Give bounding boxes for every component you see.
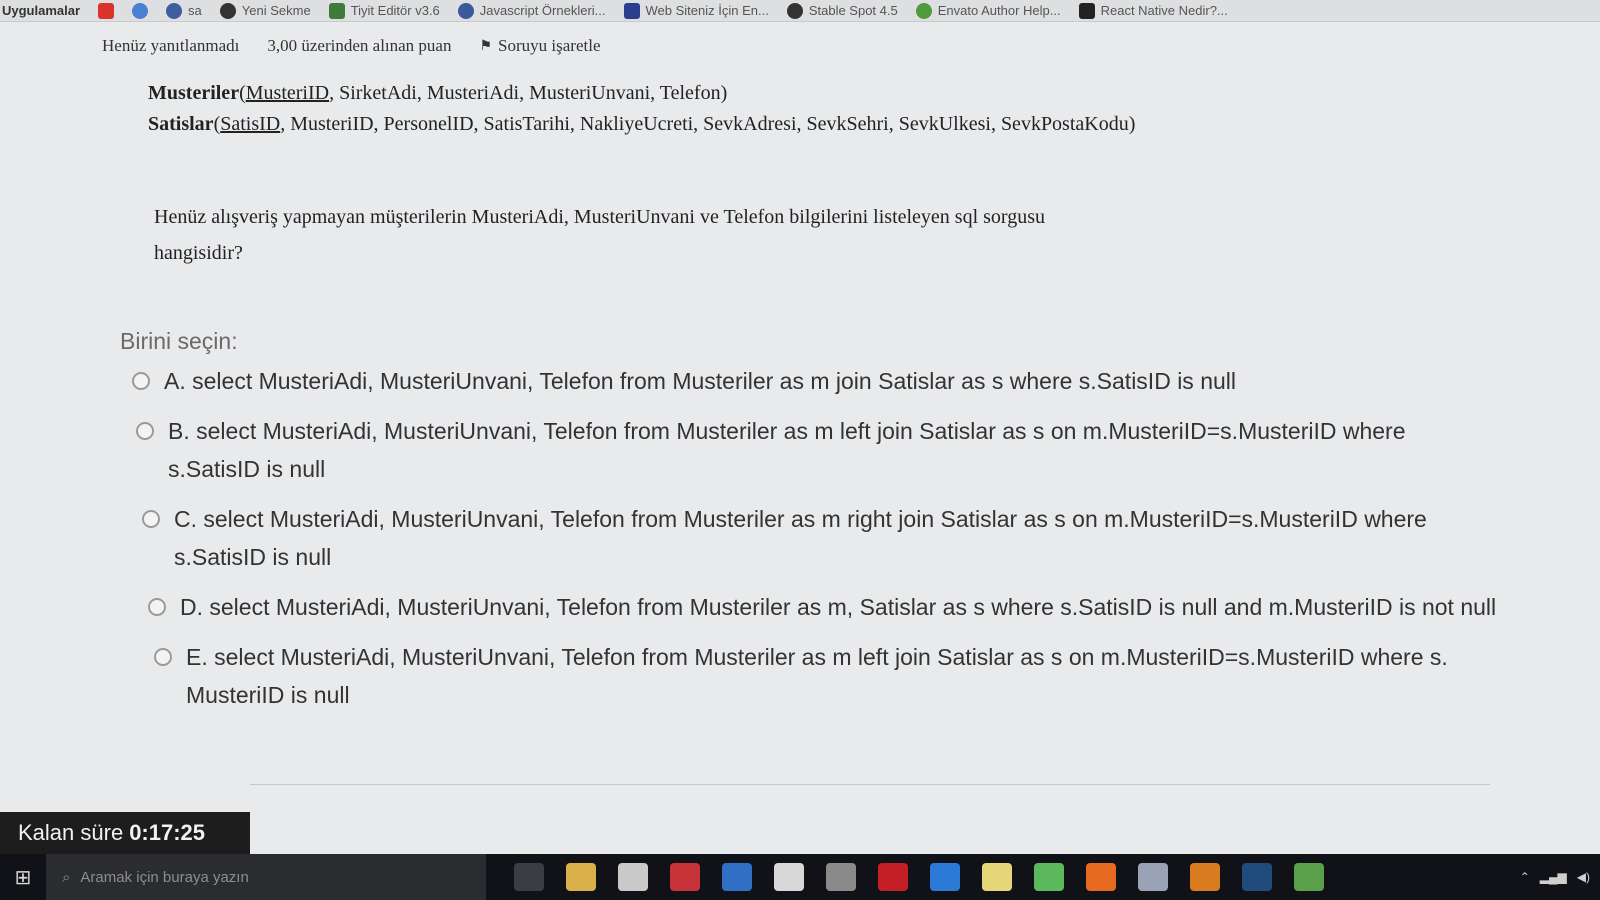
question-text: Henüz alışveriş yapmayan müşterilerin Mu…	[154, 206, 1046, 264]
store-icon[interactable]	[618, 863, 648, 891]
bookmark-item[interactable]: Yeni Sekme	[219, 2, 311, 19]
search-icon: ⌕	[62, 868, 71, 886]
bookmark-item[interactable]	[132, 2, 149, 19]
table-schema: Musteriler(MusteriID, SirketAdi, Musteri…	[148, 78, 1148, 140]
bookmark-label: Yeni Sekme	[241, 3, 311, 18]
bookmark-item[interactable]: Stable Spot 4.5	[786, 2, 898, 19]
app-green-icon[interactable]	[1034, 863, 1064, 891]
answer-option-e[interactable]: E. select MusteriAdi, MusteriUnvani, Tel…	[154, 638, 1512, 714]
task-view-icon[interactable]	[514, 863, 544, 891]
question-points: 3,00 üzerinden alınan puan	[267, 36, 452, 55]
option-text: C. select MusteriAdi, MusteriUnvani, Tel…	[174, 506, 1427, 570]
table-name: Musteriler	[148, 82, 240, 104]
option-text: E. select MusteriAdi, MusteriUnvani, Tel…	[186, 644, 1448, 708]
shield-app-icon[interactable]	[1138, 863, 1168, 891]
table-columns: , SirketAdi, MusteriAdi, MusteriUnvani, …	[329, 82, 728, 104]
windows-start-icon[interactable]: ⊞	[0, 854, 46, 900]
option-text: B. select MusteriAdi, MusteriUnvani, Tel…	[168, 418, 1406, 482]
option-text: A. select MusteriAdi, MusteriUnvani, Tel…	[164, 368, 1237, 394]
divider	[250, 784, 1490, 785]
schema-line-musteriler: Musteriler(MusteriID, SirketAdi, Musteri…	[148, 82, 728, 104]
bookmark-label: Stable Spot 4.5	[808, 3, 898, 18]
answer-option-a[interactable]: A. select MusteriAdi, MusteriUnvani, Tel…	[132, 362, 1512, 400]
answer-option-d[interactable]: D. select MusteriAdi, MusteriUnvani, Tel…	[148, 588, 1512, 626]
primary-key: MusteriID	[245, 82, 330, 104]
radio-button[interactable]	[136, 422, 154, 440]
google-icon	[132, 2, 149, 19]
answer-status: Henüz yanıtlanmadı	[102, 36, 240, 55]
search-placeholder: Aramak için buraya yazın	[80, 868, 249, 886]
github-icon	[786, 2, 803, 19]
bookmark-label: Envato Author Help...	[937, 3, 1061, 18]
radio-button[interactable]	[148, 598, 166, 616]
mail-icon[interactable]	[722, 863, 752, 891]
bookmark-item[interactable]: Javascript Örnekleri...	[457, 2, 606, 19]
table-columns: , MusteriID, PersonelID, SatisTarihi, Na…	[280, 113, 1136, 135]
bookmark-label: Javascript Örnekleri...	[479, 3, 606, 18]
flag-icon: ⚑	[479, 38, 493, 54]
flag-question-label: Soruyu işaretle	[498, 36, 601, 55]
bookmark-item[interactable]: React Native Nedir?...	[1078, 2, 1228, 19]
option-text: D. select MusteriAdi, MusteriUnvani, Tel…	[180, 594, 1497, 620]
radio-button[interactable]	[142, 510, 160, 528]
remaining-time-box: Kalan süre 0:17:25	[0, 812, 250, 854]
edge-icon[interactable]	[930, 863, 960, 891]
editor-icon	[328, 2, 345, 19]
radio-button[interactable]	[132, 372, 150, 390]
timer-label: Kalan süre	[18, 820, 124, 845]
bookmark-icon	[623, 2, 640, 19]
history-icon	[166, 2, 183, 19]
taskbar-apps	[514, 863, 1324, 891]
wordpress-icon	[457, 2, 474, 19]
opera-icon[interactable]	[878, 863, 908, 891]
calendar-app-icon[interactable]	[670, 863, 700, 891]
bookmark-item[interactable]: sa	[166, 2, 202, 19]
answer-option-c[interactable]: C. select MusteriAdi, MusteriUnvani, Tel…	[142, 500, 1512, 576]
chrome-icon[interactable]	[1294, 863, 1324, 891]
youtube-icon	[98, 2, 115, 19]
taskbar-search[interactable]: ⌕ Aramak için buraya yazın	[46, 854, 486, 900]
system-tray: ⌃ ▂▄▆ ◀)	[1520, 870, 1600, 884]
bookmark-item[interactable]: Envato Author Help...	[915, 2, 1061, 19]
volume-icon[interactable]: ◀)	[1577, 870, 1590, 884]
bookmark-label: sa	[188, 3, 202, 18]
table-name: Satislar	[148, 113, 214, 135]
bookmark-item[interactable]	[98, 2, 115, 19]
primary-key: SatisID	[220, 113, 281, 135]
bookmark-apps[interactable]: Uygulamalar	[2, 3, 80, 18]
tools-icon[interactable]	[826, 863, 856, 891]
bookmark-item[interactable]: Web Siteniz İçin En...	[623, 2, 769, 19]
bookmark-label: Web Siteniz İçin En...	[645, 3, 769, 18]
react-icon	[1078, 2, 1095, 19]
bookmark-item[interactable]: Tiyit Editör v3.6	[328, 2, 440, 19]
network-icon[interactable]: ▂▄▆	[1540, 870, 1567, 884]
file-explorer-icon[interactable]	[566, 863, 596, 891]
answer-options: A. select MusteriAdi, MusteriUnvani, Tel…	[132, 362, 1512, 726]
taskbar: ⊞ ⌕ Aramak için buraya yazın ⌃ ▂▄▆ ◀)	[0, 854, 1600, 900]
firefox-icon[interactable]	[1086, 863, 1116, 891]
radio-button[interactable]	[154, 648, 172, 666]
tray-chevron-icon[interactable]: ⌃	[1520, 870, 1530, 884]
notes-icon[interactable]	[982, 863, 1012, 891]
bookmarks-bar: Uygulamalar sa Yeni Sekme Tiyit Editör v…	[0, 0, 1600, 22]
bookmark-label: Tiyit Editör v3.6	[350, 3, 440, 18]
photoshop-icon[interactable]	[1242, 863, 1272, 891]
envato-icon	[915, 2, 932, 19]
flag-question-link[interactable]: ⚑ Soruyu işaretle	[479, 36, 600, 56]
timer-value: 0:17:25	[129, 820, 206, 845]
yandex-icon[interactable]	[774, 863, 804, 891]
choose-label: Birini seçin:	[120, 328, 238, 354]
sublime-icon[interactable]	[1190, 863, 1220, 891]
answer-option-b[interactable]: B. select MusteriAdi, MusteriUnvani, Tel…	[136, 412, 1512, 488]
bookmark-label: React Native Nedir?...	[1100, 3, 1228, 18]
schema-line-satislar: Satislar(SatisID, MusteriID, PersonelID,…	[148, 113, 1136, 135]
question-info: Henüz yanıtlanmadı 3,00 üzerinden alınan…	[102, 36, 601, 56]
github-icon	[219, 2, 236, 19]
